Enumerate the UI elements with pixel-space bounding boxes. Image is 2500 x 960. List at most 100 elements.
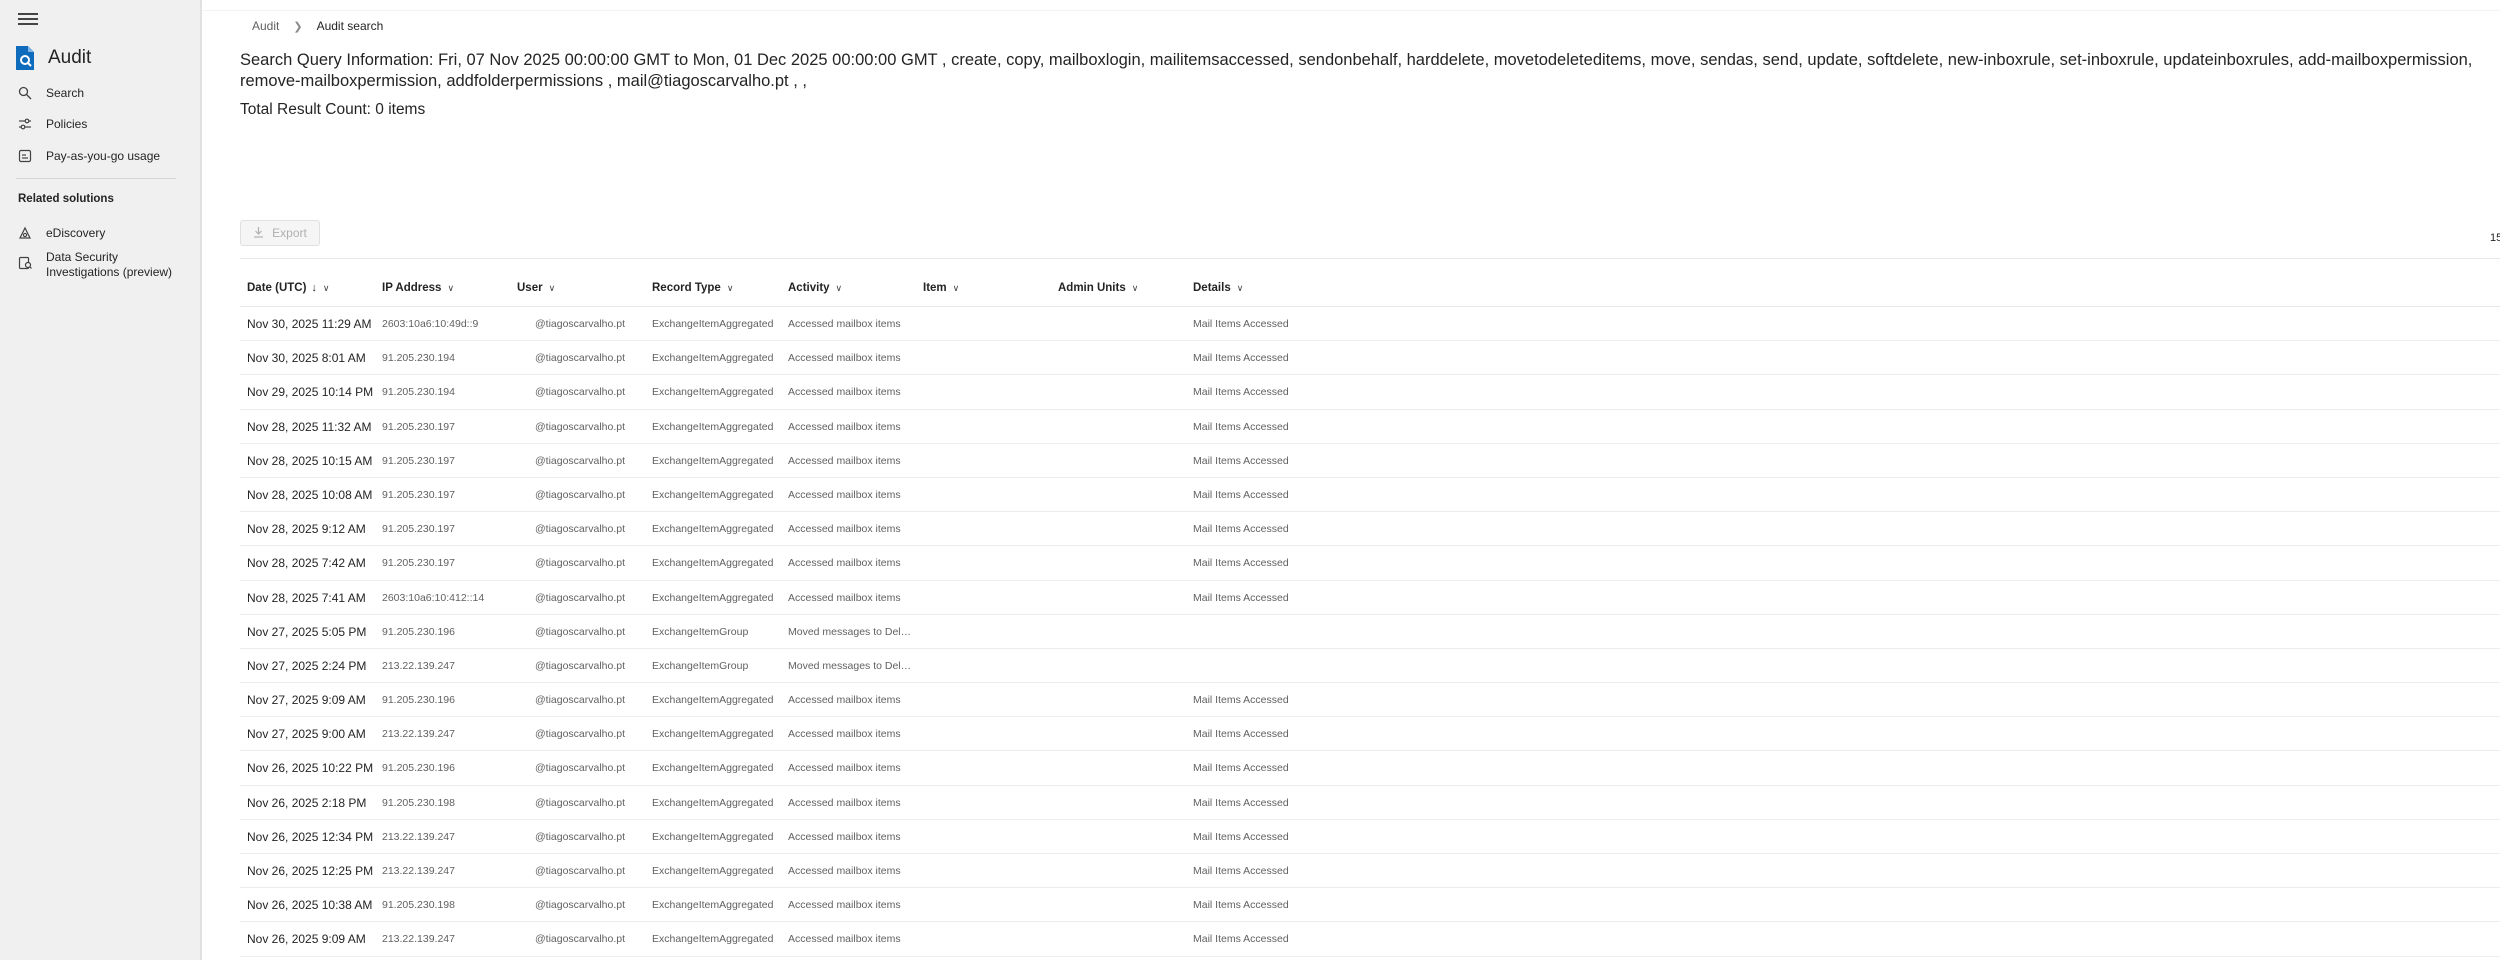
cell-activity: Accessed mailbox items [788, 420, 901, 433]
app-header: Audit [14, 44, 91, 72]
chevron-down-icon: ∨ [322, 282, 330, 293]
column-header-label: User [517, 282, 543, 294]
cell-record-type: ExchangeItemAggregated [652, 318, 774, 330]
column-header-activity[interactable]: Activity ∨ [788, 282, 842, 294]
cell-activity: Accessed mailbox items [788, 591, 901, 604]
cell-date: Nov 26, 2025 12:34 PM [247, 829, 374, 844]
table-row[interactable]: Nov 26, 2025 12:25 PM 213.22.139.247 @tiag… [240, 854, 2500, 889]
table-row[interactable]: Nov 28, 2025 7:41 AM 2603:10a6:10:412::14… [240, 581, 2500, 615]
cell-ip-address: 91.205.230.197 [382, 488, 455, 501]
cell-details: Mail Items Accessed [1193, 865, 1289, 877]
cell-details: Mail Items Accessed [1193, 899, 1289, 912]
cell-activity: Accessed mailbox items [788, 830, 901, 843]
cell-details: Mail Items Accessed [1193, 318, 1289, 330]
cell-date: Nov 28, 2025 11:32 AM [247, 419, 372, 434]
export-button[interactable]: Export [240, 220, 320, 246]
chevron-down-icon: ∨ [1236, 282, 1244, 293]
table-row[interactable]: Nov 26, 2025 10:38 AM 91.205.230.198 @tiag… [240, 888, 2500, 923]
cell-user: @tiagoscarvalho.pt [535, 830, 626, 843]
ediscovery-icon [16, 224, 34, 242]
column-header-user[interactable]: User ∨ [517, 282, 555, 294]
column-header-item[interactable]: Item ∨ [923, 282, 959, 294]
table-row[interactable]: Nov 28, 2025 11:32 AM 91.205.230.197 @tiag… [240, 410, 2500, 444]
cell-details: Mail Items Accessed [1193, 796, 1289, 809]
table-row[interactable]: Nov 29, 2025 10:14 PM 91.205.230.194 @tiag… [240, 375, 2500, 410]
cell-activity: Accessed mailbox items [788, 796, 901, 809]
nav-item-label-line1: Data Security [46, 250, 119, 264]
nav-item-ediscovery[interactable]: eDiscovery [16, 224, 105, 242]
nav-item-label: Policies [46, 117, 88, 131]
cell-details: Mail Items Accessed [1193, 523, 1289, 536]
table-row[interactable]: Nov 26, 2025 10:22 PM 91.205.230.196 @tiag… [240, 751, 2500, 786]
cell-details: Mail Items Accessed [1193, 762, 1289, 775]
nav-item-search[interactable]: Search [16, 84, 84, 102]
cell-activity: Accessed mailbox items [788, 318, 901, 330]
cell-date: Nov 27, 2025 9:09 AM [247, 693, 366, 708]
column-header-label: Admin Units [1058, 282, 1126, 294]
cell-user: @tiagoscarvalho.pt [535, 420, 626, 433]
cell-date: Nov 28, 2025 7:41 AM [247, 590, 366, 605]
column-header-date[interactable]: Date (UTC) ↓ ∨ [247, 282, 330, 294]
nav-item-label: eDiscovery [46, 226, 106, 240]
table-row[interactable]: Nov 30, 2025 11:29 AM 2603:10a6:10:49d::9… [240, 307, 2500, 342]
cell-ip-address: 213.22.139.247 [382, 865, 455, 877]
cell-ip-address: 91.205.230.196 [382, 625, 455, 638]
cell-ip-address: 91.205.230.198 [382, 796, 455, 809]
breadcrumb-audit-link[interactable]: Audit [252, 19, 279, 33]
results-table-body: Nov 30, 2025 11:29 AM 2603:10a6:10:49d::9… [240, 307, 2500, 957]
column-header-admin-units[interactable]: Admin Units ∨ [1058, 282, 1138, 294]
table-row[interactable]: Nov 27, 2025 9:00 AM 213.22.139.247 @tiago… [240, 717, 2500, 752]
table-header: Date (UTC) ↓ ∨ IP Address ∨ User ∨ Recor… [240, 278, 2500, 307]
nav-divider [16, 178, 176, 179]
table-row[interactable]: Nov 28, 2025 7:42 AM 91.205.230.197 @tiago… [240, 546, 2500, 581]
cell-user: @tiagoscarvalho.pt [535, 762, 626, 775]
cell-record-type: ExchangeItemAggregated [652, 454, 774, 467]
table-row[interactable]: Nov 26, 2025 12:34 PM 213.22.139.247 @tiag… [240, 820, 2500, 854]
cell-user: @tiagoscarvalho.pt [535, 865, 626, 877]
breadcrumb: Audit ❯ Audit search [252, 19, 383, 33]
cell-user: @tiagoscarvalho.pt [535, 488, 626, 501]
table-row[interactable]: Nov 27, 2025 9:09 AM 91.205.230.196 @tiago… [240, 683, 2500, 718]
cell-record-type: ExchangeItemAggregated [652, 899, 774, 912]
cell-user: @tiagoscarvalho.pt [535, 523, 626, 536]
nav-item-policies[interactable]: Policies [16, 115, 87, 133]
cell-user: @tiagoscarvalho.pt [535, 386, 626, 399]
cell-user: @tiagoscarvalho.pt [535, 796, 626, 809]
table-row[interactable]: Nov 28, 2025 9:12 AM 91.205.230.197 @tiago… [240, 512, 2500, 547]
cell-record-type: ExchangeItemAggregated [652, 420, 774, 433]
audit-app-icon [16, 46, 34, 70]
cell-record-type: ExchangeItemGroup [652, 659, 749, 672]
column-header-details[interactable]: Details ∨ [1193, 282, 1243, 294]
cell-date: Nov 30, 2025 11:29 AM [247, 317, 372, 331]
cell-activity: Accessed mailbox items [788, 386, 901, 399]
cell-date: Nov 26, 2025 12:25 PM [247, 864, 374, 878]
breadcrumb-current: Audit search [316, 19, 384, 33]
nav-item-pay-as-you-go-usage[interactable]: Pay-as-you-go usage [16, 147, 160, 165]
table-row[interactable]: Nov 27, 2025 5:05 PM 91.205.230.196 @tiago… [240, 615, 2500, 649]
table-row[interactable]: Nov 28, 2025 10:15 AM 91.205.230.197 @tiag… [240, 444, 2500, 478]
nav-item-data-security-investigations[interactable]: Data Security Investigations (preview) [16, 250, 172, 280]
top-divider [202, 10, 2500, 11]
table-row[interactable]: Nov 26, 2025 2:18 PM 91.205.230.198 @tiago… [240, 786, 2500, 820]
table-row[interactable]: Nov 27, 2025 2:24 PM 213.22.139.247 @tiago… [240, 649, 2500, 684]
cell-record-type: ExchangeItemAggregated [652, 830, 774, 843]
related-solutions-heading: Related solutions [18, 193, 114, 205]
cell-ip-address: 213.22.139.247 [382, 659, 455, 672]
cell-date: Nov 28, 2025 9:12 AM [247, 522, 366, 537]
table-row[interactable]: Nov 30, 2025 8:01 AM 91.205.230.194 @tiago… [240, 341, 2500, 376]
column-header-record-type[interactable]: Record Type ∨ [652, 282, 733, 294]
cell-ip-address: 91.205.230.196 [382, 694, 455, 707]
cell-record-type: ExchangeItemAggregated [652, 523, 774, 536]
table-row[interactable]: Nov 26, 2025 9:09 AM 213.22.139.247 @tiago… [240, 922, 2500, 957]
cell-user: @tiagoscarvalho.pt [535, 352, 626, 365]
cell-ip-address: 91.205.230.196 [382, 762, 455, 775]
table-row[interactable]: Nov 28, 2025 10:08 AM 91.205.230.197 @tiag… [240, 478, 2500, 513]
cell-ip-address: 91.205.230.198 [382, 899, 455, 912]
hamburger-menu-icon[interactable] [18, 10, 38, 28]
column-header-label: Activity [788, 282, 830, 294]
cell-date: Nov 26, 2025 10:38 AM [247, 898, 373, 913]
cell-date: Nov 29, 2025 10:14 PM [247, 385, 374, 400]
cell-ip-address: 2603:10a6:10:412::14 [382, 591, 485, 604]
cell-details: Mail Items Accessed [1193, 352, 1289, 365]
column-header-ip-address[interactable]: IP Address ∨ [382, 282, 454, 294]
